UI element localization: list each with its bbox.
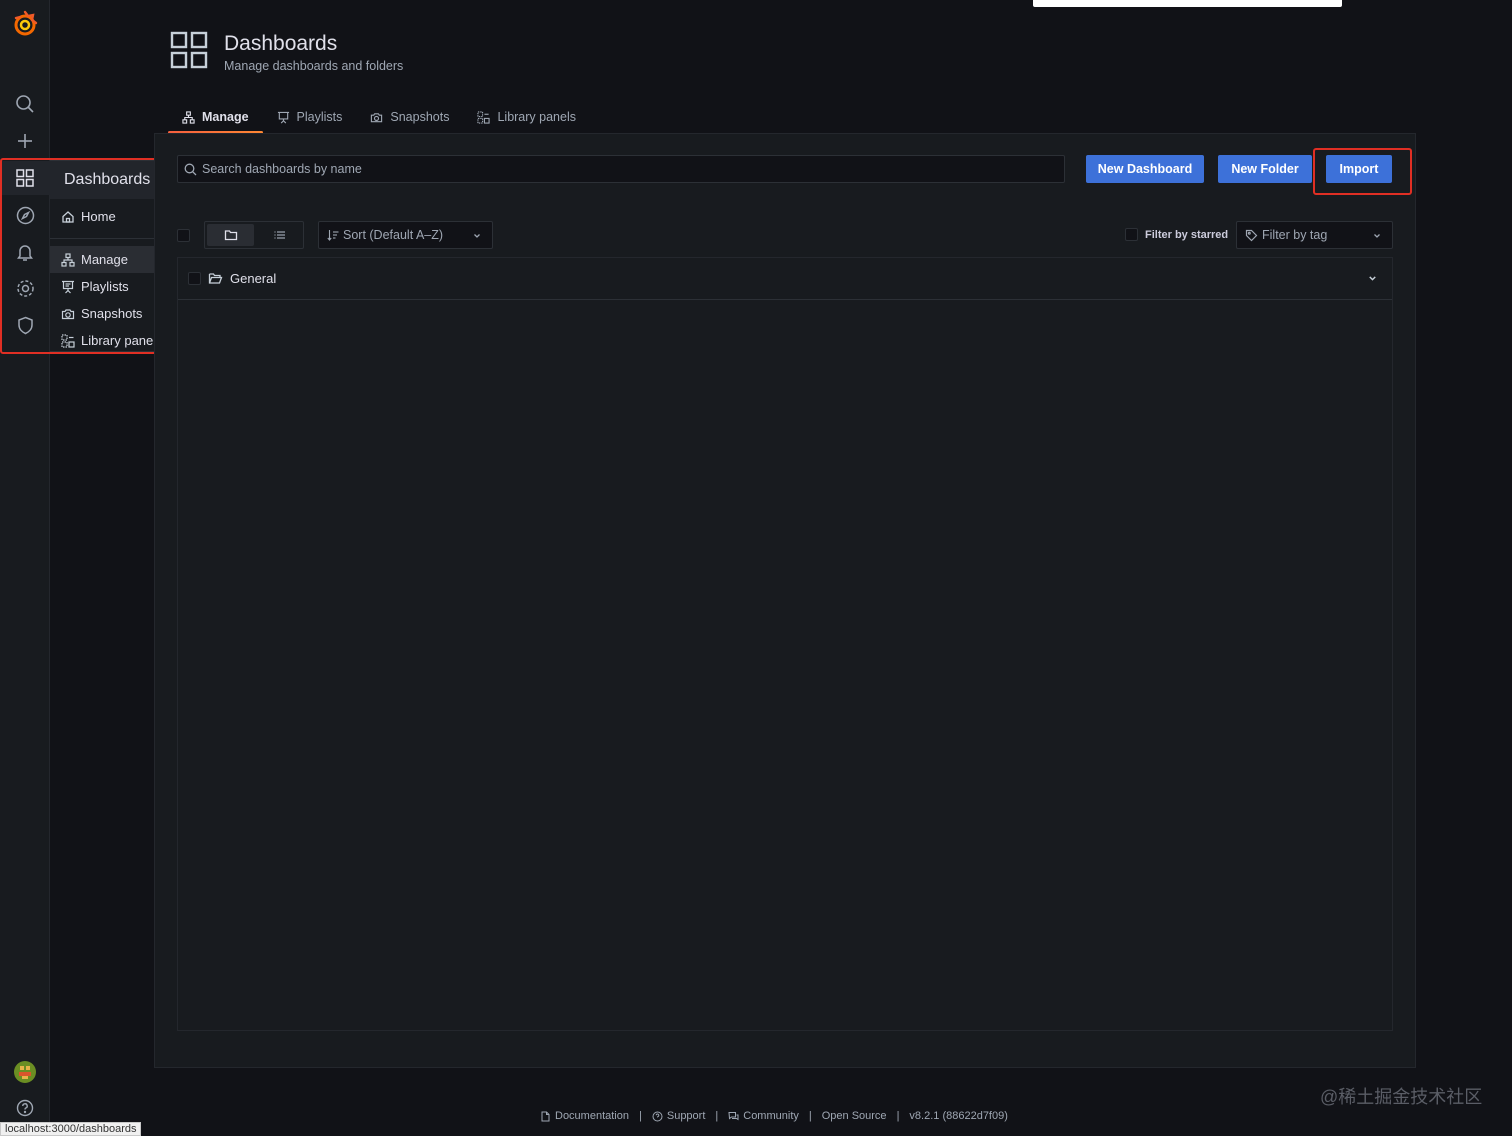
tag-icon [1245, 229, 1258, 242]
flyout-item-label: Playlists [81, 279, 129, 294]
footer-community-link[interactable]: Community [728, 1110, 799, 1122]
sort-label: Sort (Default A–Z) [343, 228, 444, 242]
document-icon [540, 1111, 551, 1122]
camera-icon [370, 111, 383, 124]
page-title: Dashboards [224, 32, 338, 55]
tab-playlists[interactable]: Playlists [263, 102, 357, 132]
dashboard-results-list: General [177, 257, 1393, 1031]
help-icon[interactable] [0, 1091, 50, 1125]
page-tabs: Manage Playlists Snapshots Library panel… [168, 102, 590, 134]
bell-icon[interactable] [0, 235, 50, 269]
filter-starred-checkbox[interactable] [1125, 228, 1138, 241]
footer-support-link[interactable]: Support [652, 1110, 706, 1122]
chevron-down-icon [472, 231, 482, 241]
browser-status-url: localhost:3000/dashboards [0, 1122, 142, 1136]
tab-label: Library panels [497, 110, 576, 124]
library-panel-icon [477, 110, 491, 124]
dashboards-icon[interactable] [0, 161, 50, 195]
chevron-down-icon [1372, 231, 1382, 241]
presentation-icon [277, 111, 290, 124]
footer-documentation-link[interactable]: Documentation [540, 1110, 629, 1122]
tab-label: Playlists [296, 110, 343, 124]
footer-open-source-link[interactable]: Open Source [822, 1110, 887, 1122]
sidebar [0, 0, 50, 1136]
flyout-item-label: Library panels [81, 333, 163, 348]
tag-filter-placeholder: Filter by tag [1262, 228, 1328, 242]
comments-icon [728, 1111, 739, 1122]
presentation-icon [61, 280, 75, 294]
compass-icon[interactable] [0, 198, 50, 232]
footer: Documentation | Support | Community | Op… [540, 1110, 1008, 1122]
flyout-item-label: Home [81, 209, 116, 224]
tab-manage[interactable]: Manage [168, 102, 263, 134]
flyout-item-label: Manage [81, 252, 128, 267]
folder-name: General [230, 271, 277, 286]
new-folder-button[interactable]: New Folder [1218, 155, 1312, 183]
layout-toggle [204, 221, 304, 249]
home-icon [61, 210, 75, 224]
tab-label: Manage [202, 110, 249, 124]
sort-select[interactable]: Sort (Default A–Z) [318, 221, 493, 249]
shield-icon[interactable] [0, 308, 50, 342]
library-panel-icon [61, 333, 75, 348]
footer-label: Community [743, 1110, 799, 1122]
watermark: @稀土掘金技术社区 [1320, 1087, 1483, 1107]
folder-open-icon [208, 271, 223, 286]
browser-overlay-bar [1033, 0, 1342, 7]
folder-row-general[interactable]: General [178, 258, 1392, 300]
footer-separator: | [808, 1110, 812, 1122]
footer-label: Documentation [555, 1110, 629, 1122]
footer-version: v8.2.1 (88622d7f09) [909, 1110, 1007, 1122]
tab-label: Snapshots [390, 110, 450, 124]
folder-icon [224, 228, 238, 242]
tag-filter-select[interactable]: Filter by tag [1236, 221, 1393, 249]
list-icon [273, 228, 287, 242]
search-icon[interactable] [0, 87, 50, 121]
sitemap-icon [61, 252, 75, 267]
footer-label: Support [666, 1110, 706, 1122]
folder-checkbox[interactable] [188, 272, 201, 285]
chevron-down-icon[interactable] [1367, 273, 1378, 284]
filter-starred-label[interactable]: Filter by starred [1145, 229, 1228, 241]
page-subtitle: Manage dashboards and folders [224, 59, 404, 73]
footer-separator: | [639, 1110, 642, 1122]
search-icon [184, 163, 197, 176]
list-view-button[interactable] [256, 222, 303, 248]
gear-icon[interactable] [0, 271, 50, 305]
dashboards-grid-icon [170, 31, 208, 69]
plus-icon[interactable] [0, 124, 50, 158]
avatar[interactable] [0, 1055, 50, 1089]
new-dashboard-button[interactable]: New Dashboard [1086, 155, 1204, 183]
footer-separator: | [896, 1110, 900, 1122]
footer-separator: | [715, 1110, 719, 1122]
search-input[interactable] [202, 162, 1052, 176]
question-circle-icon [652, 1111, 663, 1122]
camera-icon [61, 307, 75, 321]
footer-label: v8.2.1 (88622d7f09) [909, 1110, 1008, 1122]
search-field[interactable] [177, 155, 1065, 183]
tab-library-panels[interactable]: Library panels [463, 102, 590, 132]
sitemap-icon [182, 110, 195, 124]
select-all-checkbox[interactable] [177, 229, 190, 242]
tab-snapshots[interactable]: Snapshots [356, 102, 463, 132]
flyout-item-label: Snapshots [81, 306, 143, 321]
grafana-logo[interactable] [0, 6, 50, 42]
sort-amount-down-icon [327, 229, 339, 241]
folder-view-button[interactable] [207, 224, 254, 246]
footer-label: Open Source [821, 1110, 887, 1122]
import-button[interactable]: Import [1326, 155, 1392, 183]
